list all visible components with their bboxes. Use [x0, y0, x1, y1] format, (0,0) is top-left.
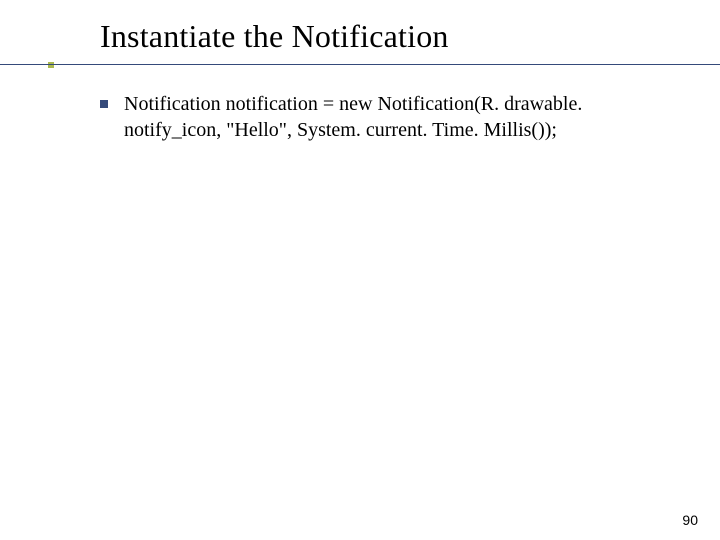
title-underline	[0, 64, 720, 65]
slide: Instantiate the Notification Notificatio…	[0, 0, 720, 540]
accent-square-icon	[48, 62, 54, 68]
bullet-text: Notification notification = new Notifica…	[124, 92, 660, 143]
slide-title: Instantiate the Notification	[100, 18, 720, 55]
square-bullet-icon	[100, 100, 108, 108]
list-item: Notification notification = new Notifica…	[100, 92, 660, 143]
page-number: 90	[682, 512, 698, 528]
body-area: Notification notification = new Notifica…	[100, 92, 660, 143]
title-area: Instantiate the Notification	[0, 18, 720, 55]
